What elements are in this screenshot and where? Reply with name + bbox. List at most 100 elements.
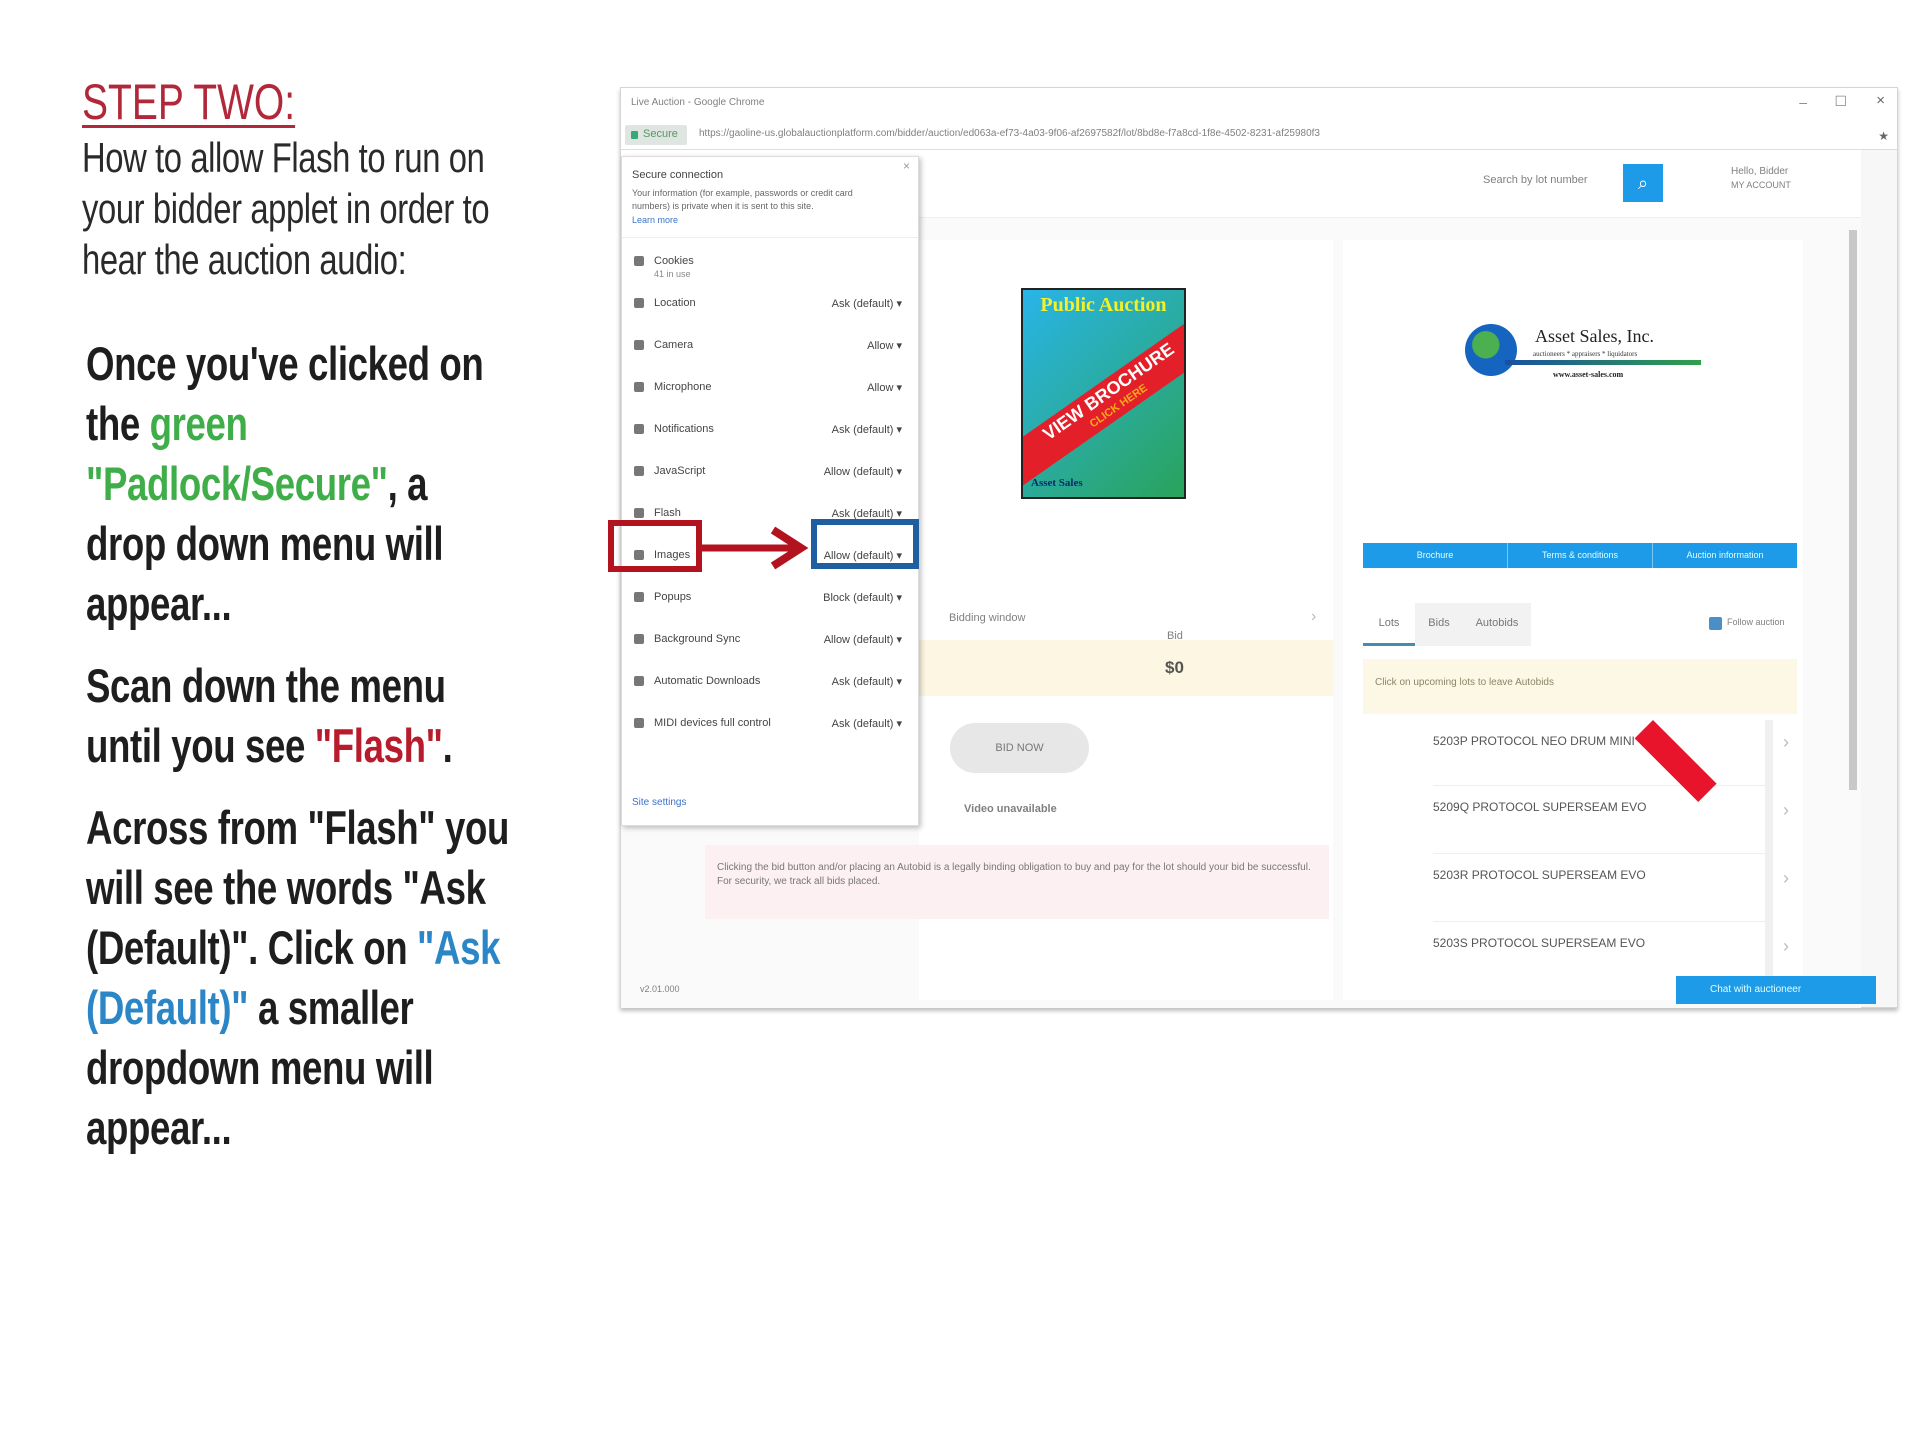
terms-button[interactable]: Terms & conditions <box>1508 543 1653 568</box>
minimize-icon[interactable]: – <box>1799 94 1807 110</box>
permission-value: Ask (default) <box>831 424 894 436</box>
lot-item[interactable]: 5203R PROTOCOL SUPERSEAM EVO › <box>1433 854 1789 922</box>
my-account-link[interactable]: MY ACCOUNT <box>1731 180 1791 190</box>
permission-label: Camera <box>654 339 694 351</box>
row-label: Cookies <box>654 255 694 267</box>
permission-select[interactable]: Ask (default) ▾ <box>832 675 902 688</box>
action-bar: Brochure Terms & conditions Auction info… <box>1363 543 1797 568</box>
permission-select[interactable]: Ask (default) ▾ <box>832 423 902 436</box>
permission-row-javascript: JavaScript Allow (default) ▾ <box>632 463 910 483</box>
logo-name: Asset Sales, Inc. <box>1535 326 1654 346</box>
notifications-icon <box>634 424 644 434</box>
subtitle-line: your bidder applet in order to <box>82 185 490 232</box>
tab-lots[interactable]: Lots <box>1363 603 1415 646</box>
green-text: green <box>149 397 248 450</box>
text-line: (Default)" a smaller <box>86 978 710 1038</box>
background-sync-icon <box>634 634 644 644</box>
permission-value: Allow (default) <box>823 634 894 646</box>
flash-highlight-box <box>608 520 702 572</box>
text: , a <box>387 457 428 510</box>
chevron-right-icon: › <box>1783 732 1789 752</box>
banner-text: VIEW BROCHURE <box>1039 338 1178 445</box>
text-line: dropdown menu will <box>86 1041 434 1094</box>
popups-icon <box>634 592 644 602</box>
text: the <box>86 397 150 450</box>
permission-select[interactable]: Allow ▾ <box>867 339 902 352</box>
logo-tagline: auctioneers * appraisers * liquidators <box>1533 350 1638 358</box>
chevron-right-icon[interactable]: › <box>1311 608 1316 626</box>
permission-select[interactable]: Ask (default) ▾ <box>832 297 902 310</box>
search-button[interactable]: ⌕ <box>1623 164 1663 202</box>
globe-icon <box>1465 324 1517 376</box>
camera-icon <box>634 340 644 350</box>
user-greeting[interactable]: Hello, Bidder <box>1731 166 1788 177</box>
paragraph-1: Once you've clicked on the green "Padloc… <box>86 334 710 634</box>
tab-autobids[interactable]: Autobids <box>1463 603 1531 646</box>
text: . <box>442 719 453 772</box>
list-scrollbar[interactable] <box>1765 720 1773 990</box>
page-scrollbar[interactable] <box>1849 230 1857 790</box>
permission-select[interactable]: Block (default) ▾ <box>823 591 902 604</box>
close-icon[interactable]: × <box>903 159 910 173</box>
permission-value: Block (default) <box>823 592 894 604</box>
bookmark-star-icon[interactable]: ★ <box>1878 129 1889 143</box>
permission-label: Background Sync <box>654 633 741 645</box>
permission-row-notifications: Notifications Ask (default) ▾ <box>632 421 910 441</box>
text-line: "Padlock/Secure", a <box>86 454 710 514</box>
close-icon[interactable]: × <box>1876 92 1885 109</box>
brochure-button[interactable]: Brochure <box>1363 543 1508 568</box>
permission-row-automatic-downloads: Automatic Downloads Ask (default) ▾ <box>632 673 910 693</box>
text-line: appear... <box>86 577 232 630</box>
permission-label: Notifications <box>654 423 714 435</box>
auction-info-button[interactable]: Auction information <box>1653 543 1797 568</box>
cookies-row[interactable]: Cookies 41 in use <box>632 253 910 279</box>
bid-now-button[interactable]: BID NOW <box>950 723 1089 773</box>
address-bar[interactable]: Secure https://gaoline-us.globalauctionp… <box>621 120 1897 150</box>
permission-row-location: Location Ask (default) ▾ <box>632 295 910 315</box>
lot-item[interactable]: 5209Q PROTOCOL SUPERSEAM EVO › <box>1433 786 1789 854</box>
permission-select[interactable]: Allow ▾ <box>867 381 902 394</box>
learn-more-link[interactable]: Learn more <box>632 215 678 225</box>
permission-row-popups: Popups Block (default) ▾ <box>632 589 910 609</box>
secure-connection-heading: Secure connection <box>632 169 724 181</box>
site-settings-link[interactable]: Site settings <box>632 797 686 808</box>
text-line: until you see "Flash". <box>86 716 710 776</box>
follow-label: Follow auction <box>1727 617 1785 627</box>
site-info-dropdown: × Secure connection Your information (fo… <box>621 156 919 826</box>
tab-bids[interactable]: Bids <box>1415 603 1463 646</box>
text-line: (Default)". Click on "Ask <box>86 918 710 978</box>
step-heading: STEP TWO: <box>82 74 296 130</box>
permission-value: Ask (default) <box>831 718 894 730</box>
view-brochure-banner: VIEW BROCHURE CLICK HERE <box>1023 307 1184 489</box>
search-lot-input[interactable]: Search by lot number <box>1483 174 1588 186</box>
version-label: v2.01.000 <box>640 984 680 994</box>
text-line: Across from "Flash" you <box>86 801 510 854</box>
lot-item[interactable]: 5203P PROTOCOL NEO DRUM MINI › <box>1433 718 1789 786</box>
secure-connection-description: Your information (for example, passwords… <box>632 188 853 211</box>
brochure-footer: Asset Sales <box>1031 477 1083 489</box>
chat-button[interactable]: Chat with auctioneer <box>1676 976 1876 1004</box>
autobid-notice: Click on upcoming lots to leave Autobids <box>1363 659 1797 714</box>
follow-checkbox[interactable] <box>1709 617 1722 630</box>
logo-swoosh <box>1505 360 1701 365</box>
chevron-right-icon: › <box>1783 868 1789 888</box>
permission-row-midi-devices-full-control: MIDI devices full control Ask (default) ▾ <box>632 715 910 735</box>
permission-select[interactable]: Ask (default) ▾ <box>832 717 902 730</box>
microphone-icon <box>634 382 644 392</box>
permission-select[interactable]: Allow (default) ▾ <box>824 465 902 478</box>
permission-label: Microphone <box>654 381 712 393</box>
brochure-image[interactable]: Public Auction VIEW BROCHURE CLICK HERE A… <box>1021 288 1186 499</box>
lot-list: 5203P PROTOCOL NEO DRUM MINI › 5209Q PROT… <box>1363 710 1789 1000</box>
logo-url: www.asset-sales.com <box>1553 370 1624 379</box>
lot-title: 5203R PROTOCOL SUPERSEAM EVO <box>1433 868 1646 882</box>
permission-select[interactable]: Allow (default) ▾ <box>824 633 902 646</box>
text: until you see <box>86 719 315 772</box>
maximize-icon[interactable]: ☐ <box>1834 93 1847 110</box>
current-bid-band: $0 <box>919 640 1333 696</box>
text-line: Once you've clicked on <box>86 337 484 390</box>
subtitle-line: hear the auction audio: <box>82 236 407 283</box>
permission-value: Ask (default) <box>831 298 894 310</box>
midi-icon <box>634 718 644 728</box>
permission-value: Allow <box>867 382 894 394</box>
chevron-right-icon: › <box>1783 800 1789 820</box>
